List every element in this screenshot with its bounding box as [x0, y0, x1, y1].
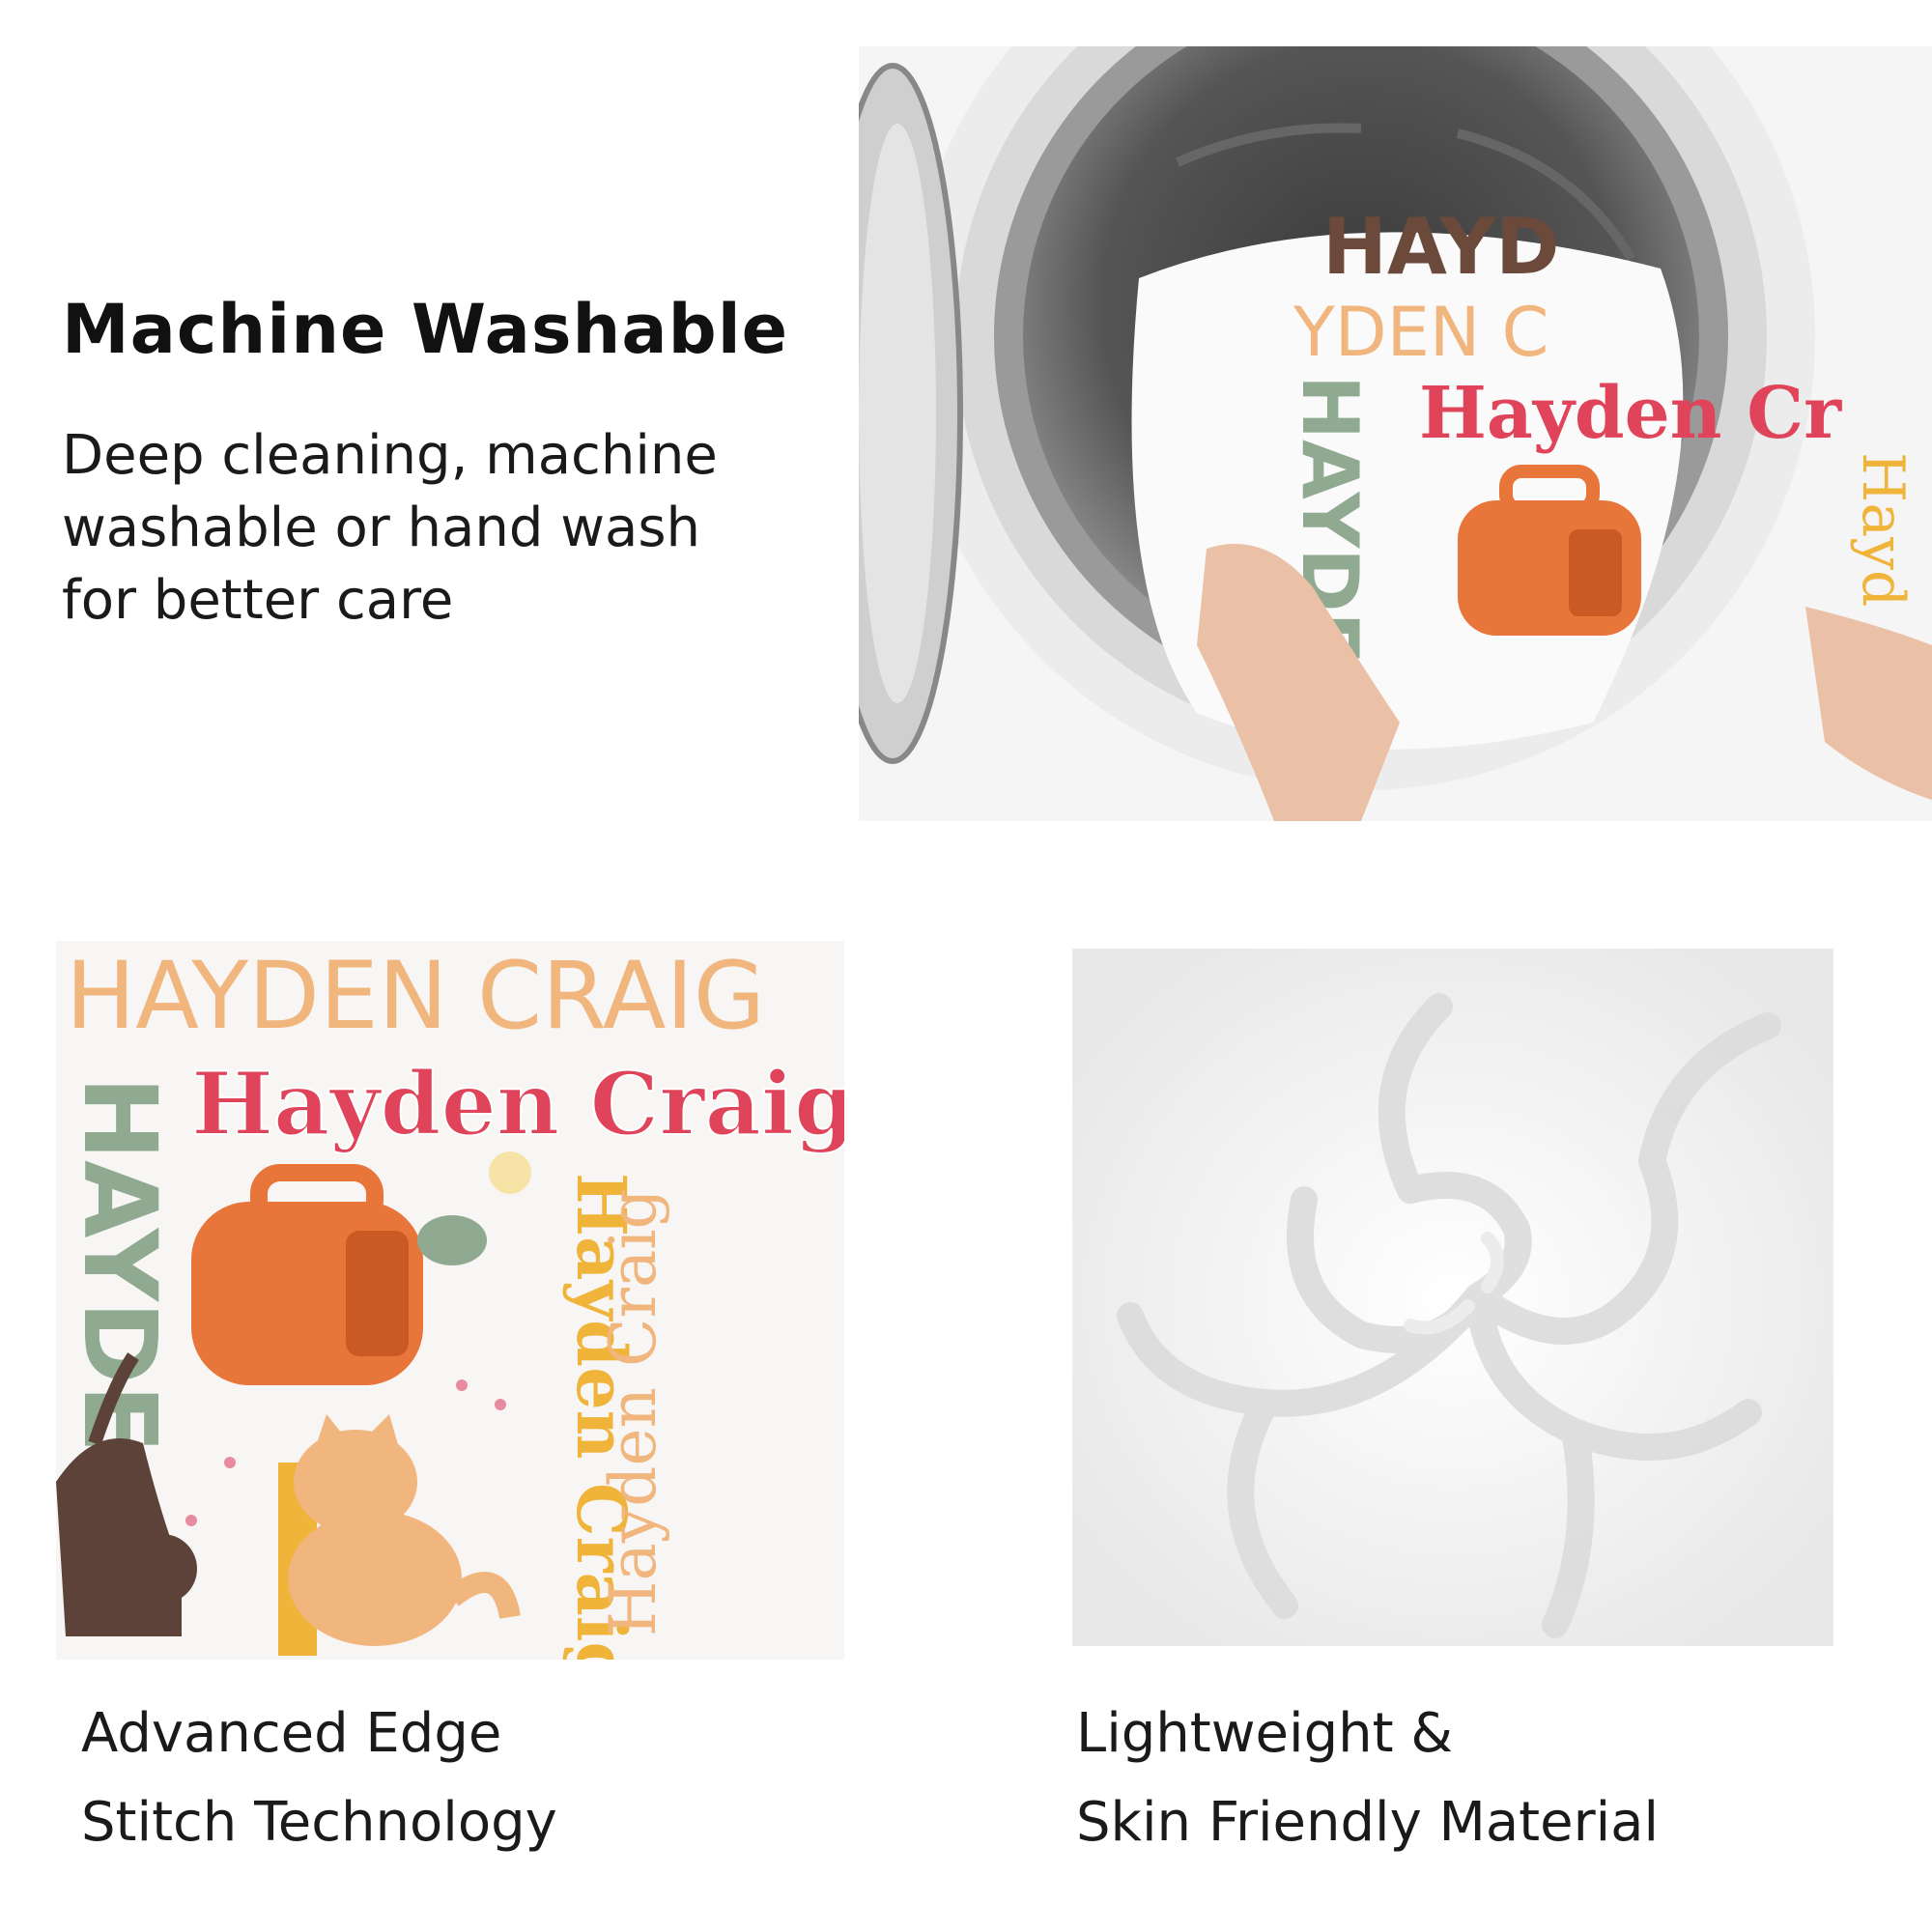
fleece-texture-photo [1072, 949, 1833, 1646]
blanket-print-block: HAYDE [61, 1076, 179, 1453]
machine-washable-title: Machine Washable [62, 290, 789, 369]
description-line: Deep cleaning, machine [62, 424, 718, 487]
blanket-edge-photo: HAYDEN CRAIG Hayden Craig HAYDE Hayden C… [56, 941, 844, 1660]
material-caption: Lightweight & Skin Friendly Material [1076, 1690, 1659, 1867]
fleece-swirl-illustration [1072, 949, 1833, 1646]
machine-washable-description: Deep cleaning, machine washable or hand … [62, 419, 815, 637]
blanket-print-cursive: Hayden Craig [596, 1188, 670, 1636]
blanket-print-script: Hayden Craig [191, 1053, 844, 1155]
edge-stitch-caption: Advanced Edge Stitch Technology [81, 1690, 557, 1867]
washing-machine-photo: HAYD YDEN C Hayden Cr HAYDE Hayd [859, 46, 1932, 821]
description-line: for better care [62, 569, 454, 632]
washer-print-side: Hayd [1849, 452, 1917, 607]
blanket-print-illustration: HAYDEN CRAIG Hayden Craig HAYDE Hayden C… [56, 941, 844, 1660]
washing-machine-illustration: HAYD YDEN C Hayden Cr HAYDE Hayd [859, 46, 1932, 821]
caption-line: Advanced Edge [81, 1702, 502, 1765]
caption-line: Stitch Technology [81, 1791, 557, 1854]
washer-print-script: Hayden Cr [1419, 372, 1842, 455]
mouse-toy-icon [417, 1215, 487, 1265]
flower-icon [489, 1151, 531, 1194]
caption-line: Skin Friendly Material [1076, 1791, 1660, 1854]
washer-print-top: HAYD [1322, 202, 1560, 292]
caption-line: Lightweight & [1076, 1702, 1454, 1765]
blanket-print-caps: HAYDEN CRAIG [66, 942, 765, 1050]
washer-print-caps: YDEN C [1293, 293, 1548, 372]
description-line: washable or hand wash [62, 497, 700, 559]
